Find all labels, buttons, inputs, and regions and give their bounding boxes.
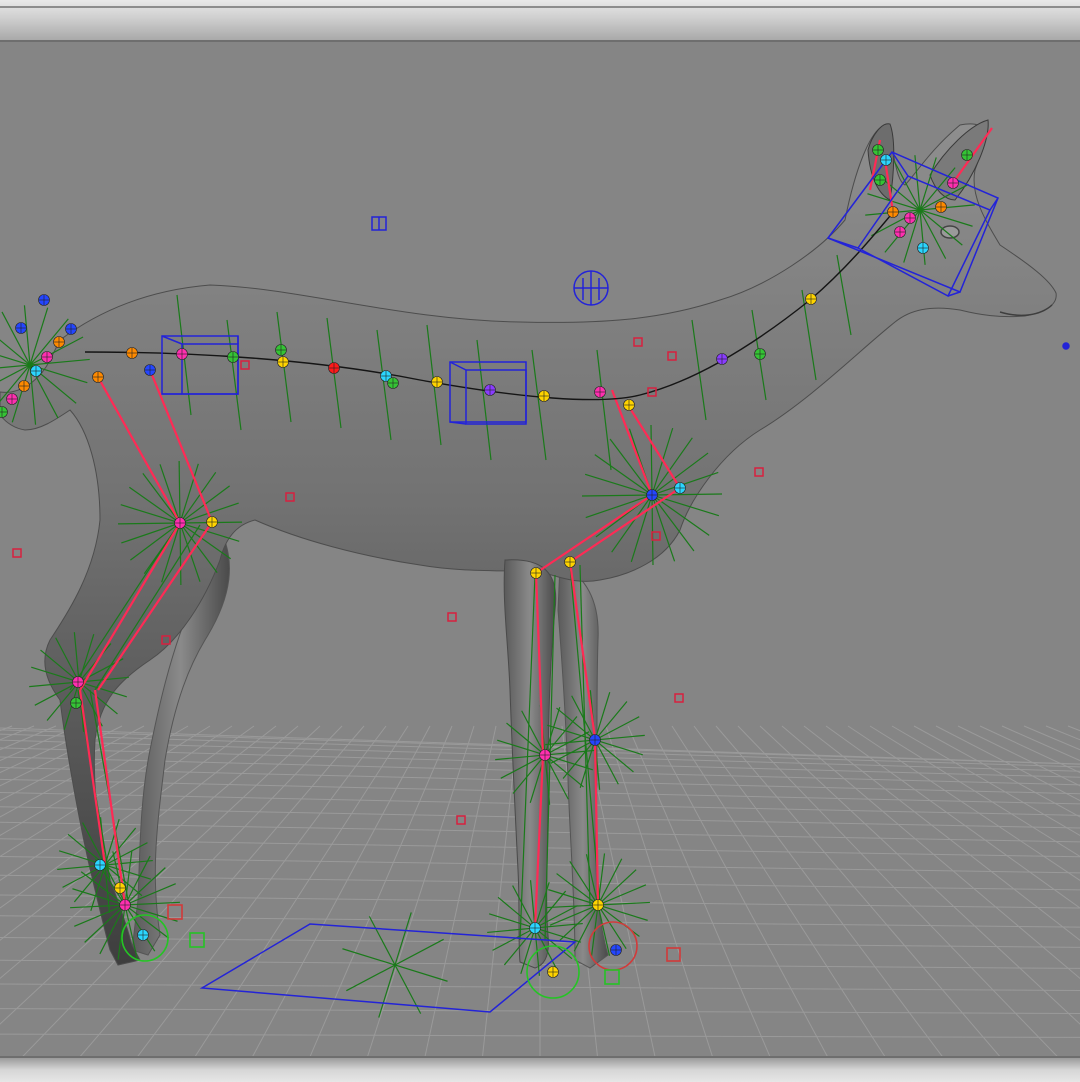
- joint[interactable]: [674, 482, 686, 494]
- joint[interactable]: [592, 899, 604, 911]
- joint[interactable]: [431, 376, 443, 388]
- joint[interactable]: [917, 242, 929, 254]
- joint[interactable]: [206, 516, 218, 528]
- joint[interactable]: [538, 390, 550, 402]
- joint[interactable]: [174, 517, 186, 529]
- joint[interactable]: [387, 377, 399, 389]
- window-bottom-border: [0, 1056, 1080, 1082]
- joint[interactable]: [126, 347, 138, 359]
- viewport-window: [0, 0, 1080, 1082]
- joint[interactable]: [30, 365, 42, 377]
- joint[interactable]: [530, 567, 542, 579]
- aim-dot[interactable]: [1062, 342, 1070, 350]
- look-at-control[interactable]: [573, 270, 609, 306]
- joint[interactable]: [38, 294, 50, 306]
- joint[interactable]: [716, 353, 728, 365]
- joint[interactable]: [227, 351, 239, 363]
- joint[interactable]: [564, 556, 576, 568]
- joint[interactable]: [119, 899, 131, 911]
- eye: [940, 225, 960, 239]
- joint[interactable]: [72, 676, 84, 688]
- joint[interactable]: [880, 154, 892, 166]
- joint[interactable]: [65, 323, 77, 335]
- joint[interactable]: [754, 348, 766, 360]
- joint[interactable]: [484, 384, 496, 396]
- joint[interactable]: [114, 882, 126, 894]
- joint[interactable]: [18, 380, 30, 392]
- joint[interactable]: [92, 371, 104, 383]
- joint[interactable]: [277, 356, 289, 368]
- joint[interactable]: [874, 174, 886, 186]
- joint[interactable]: [41, 351, 53, 363]
- joint[interactable]: [623, 399, 635, 411]
- window-title-bar[interactable]: [0, 0, 1080, 42]
- joint[interactable]: [894, 226, 906, 238]
- joint[interactable]: [70, 697, 82, 709]
- joint[interactable]: [137, 929, 149, 941]
- joint[interactable]: [15, 322, 27, 334]
- joint[interactable]: [275, 344, 287, 356]
- joint[interactable]: [547, 966, 559, 978]
- joint[interactable]: [529, 922, 541, 934]
- joint[interactable]: [594, 386, 606, 398]
- joint[interactable]: [589, 734, 601, 746]
- joint[interactable]: [539, 749, 551, 761]
- joint[interactable]: [176, 348, 188, 360]
- joint[interactable]: [6, 393, 18, 405]
- joint[interactable]: [53, 336, 65, 348]
- joint[interactable]: [947, 177, 959, 189]
- joint[interactable]: [646, 489, 658, 501]
- joint[interactable]: [144, 364, 156, 376]
- scene-canvas[interactable]: [0, 42, 1080, 1056]
- joint[interactable]: [961, 149, 973, 161]
- joint[interactable]: [610, 944, 622, 956]
- joint[interactable]: [328, 362, 340, 374]
- joint[interactable]: [935, 201, 947, 213]
- joint[interactable]: [94, 859, 106, 871]
- perspective-viewport[interactable]: [0, 42, 1080, 1056]
- joint[interactable]: [887, 206, 899, 218]
- joint[interactable]: [904, 212, 916, 224]
- joint[interactable]: [805, 293, 817, 305]
- joint[interactable]: [872, 144, 884, 156]
